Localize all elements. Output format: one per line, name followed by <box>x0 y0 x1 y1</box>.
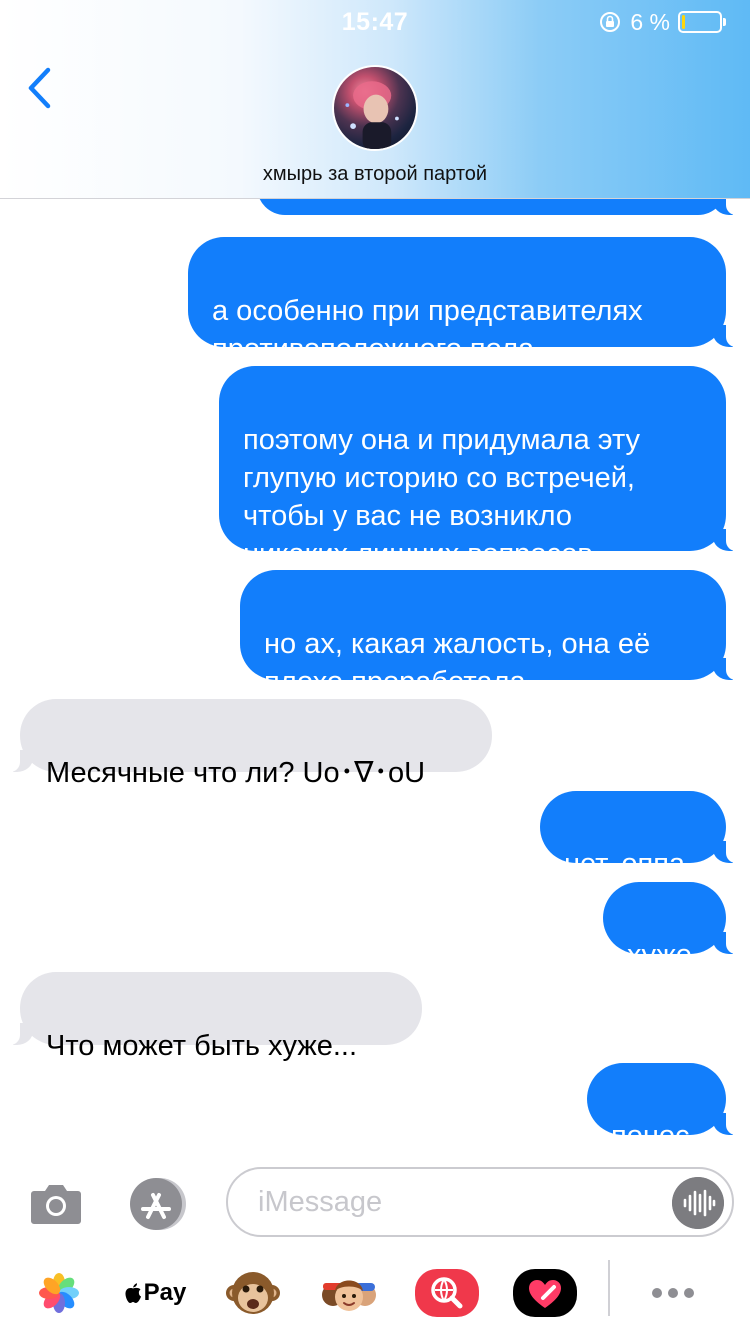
digital-touch-heart-icon <box>513 1269 577 1317</box>
message-bubble-incoming[interactable]: Месячные что ли? Uo･∇･oU <box>10 699 492 789</box>
message-list[interactable]: а особенно при представителях противопол… <box>0 199 750 1155</box>
orientation-lock-icon <box>600 12 621 32</box>
photos-app-button[interactable] <box>26 1260 92 1326</box>
message-text: хуже <box>627 939 692 971</box>
image-search-button[interactable] <box>414 1260 480 1326</box>
message-text: поэтому она и придумала эту глупую истор… <box>243 424 641 570</box>
message-text: понос <box>611 1120 690 1152</box>
message-text: Месячные что ли? Uo･∇･oU <box>46 757 426 789</box>
avatar-photo <box>345 81 399 149</box>
memoji-icon <box>322 1280 376 1311</box>
contact-avatar[interactable] <box>332 65 418 151</box>
message-placeholder: iMessage <box>258 1186 383 1218</box>
message-bubble-outgoing[interactable]: поэтому она и придумала эту глупую истор… <box>219 366 736 570</box>
message-bubble-outgoing[interactable]: понос <box>587 1063 736 1152</box>
message-bubble-outgoing[interactable]: нет, оппа <box>540 791 736 880</box>
back-button[interactable] <box>22 64 62 114</box>
contact-name[interactable]: хмырь за второй партой <box>0 163 750 186</box>
animoji-monkey-icon <box>226 1272 280 1314</box>
more-icon <box>652 1288 694 1298</box>
audio-message-button[interactable] <box>672 1177 724 1229</box>
message-text: нет, оппа <box>564 848 686 880</box>
message-text: но ах, какая жалость, она её плохо прора… <box>264 628 651 698</box>
battery-fill <box>682 15 685 29</box>
conversation-header: 15:47 6 % хмырь за второй партой <box>0 0 750 199</box>
chevron-left-icon <box>28 67 51 109</box>
message-input[interactable]: iMessage <box>226 1167 734 1237</box>
status-indicators: 6 % <box>598 8 726 36</box>
web-image-search-icon <box>415 1269 479 1317</box>
battery-icon <box>678 11 726 33</box>
camera-icon <box>31 1185 81 1224</box>
drawer-divider <box>608 1260 610 1316</box>
message-bubble-outgoing[interactable]: но ах, какая жалость, она её плохо прора… <box>240 570 736 698</box>
digital-touch-button[interactable] <box>512 1260 578 1326</box>
more-apps-button[interactable] <box>640 1260 706 1326</box>
message-bubble-outgoing[interactable] <box>257 199 736 215</box>
battery-percentage: 6 % <box>630 8 670 35</box>
message-text: Что может быть хуже... <box>46 1030 358 1062</box>
message-bubble-incoming[interactable]: Что может быть хуже... <box>10 972 422 1062</box>
animoji-button[interactable] <box>220 1260 286 1326</box>
message-bubble-outgoing[interactable]: хуже <box>603 882 736 971</box>
app-store-button[interactable] <box>126 1176 192 1232</box>
message-text: а особенно при представителях противопол… <box>212 295 643 365</box>
photos-icon <box>39 1273 79 1313</box>
imessage-app-drawer: Pay <box>0 1250 750 1334</box>
compose-bar: iMessage <box>0 1155 750 1250</box>
apple-logo-icon <box>125 1283 141 1303</box>
message-bubble-outgoing[interactable]: а особенно при представителях противопол… <box>188 237 736 365</box>
memoji-button[interactable] <box>316 1260 382 1326</box>
apple-pay-button[interactable]: Pay <box>122 1260 188 1326</box>
app-store-icon <box>130 1178 186 1230</box>
apple-pay-label: Pay <box>143 1279 187 1306</box>
camera-button[interactable] <box>30 1180 82 1226</box>
